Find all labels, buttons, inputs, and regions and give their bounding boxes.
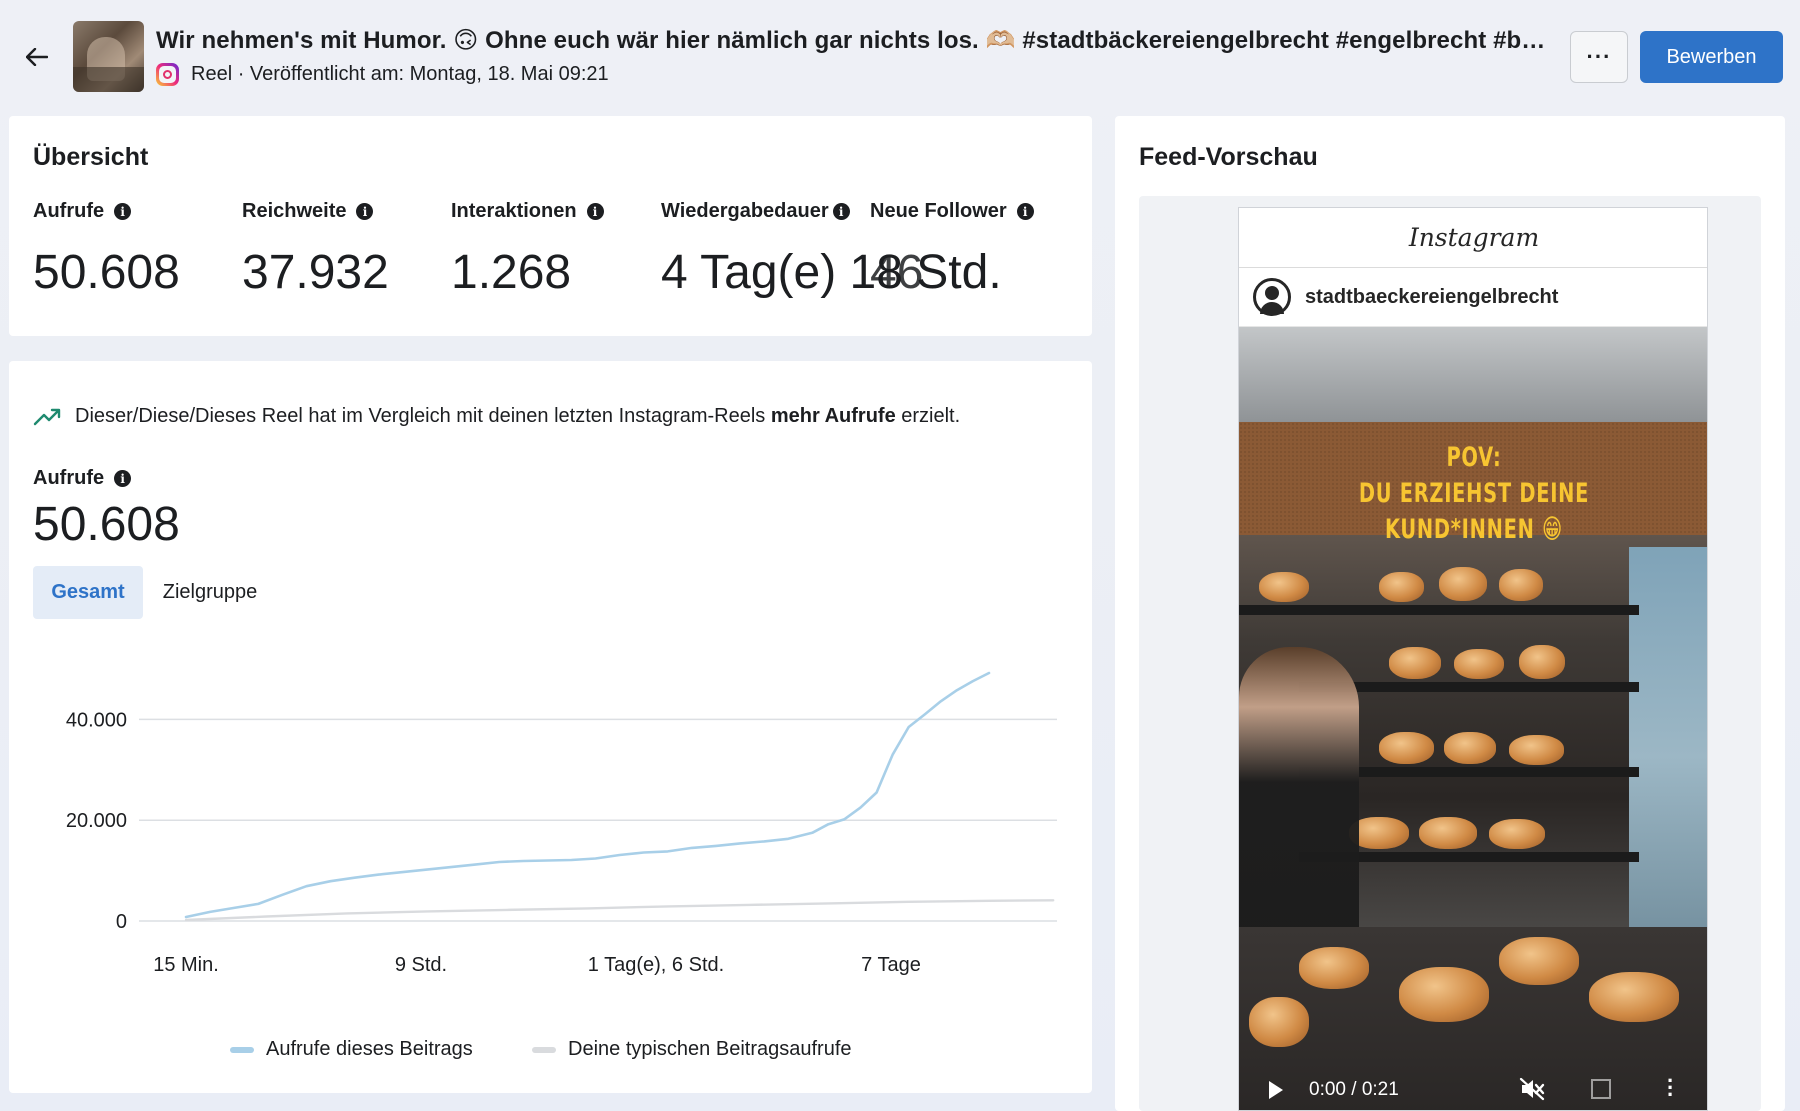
series-line-typical (184, 899, 1055, 922)
info-icon[interactable]: i (586, 203, 604, 220)
post-author: stadtbaeckereiengelbrecht (1239, 268, 1707, 327)
views-line-chart: 0 20.000 40.000 15 Min. 9 Std. 1 Tag(e), 6 St… (66, 671, 1057, 976)
overview-card: Übersicht Aufrufe i 50.608 Reichweite i 37… (9, 116, 1092, 336)
y-tick-label: 40.000 (66, 709, 127, 731)
bread (1454, 649, 1504, 679)
views-label: Aufrufe i (33, 467, 132, 490)
instagram-post-preview: Instagram stadtbaeckereiengelbrecht POV:… (1238, 207, 1708, 1111)
trend-text: Dieser/Diese/Dieses Reel hat im Vergleic… (75, 405, 766, 427)
fullscreen-icon[interactable] (1591, 1079, 1611, 1099)
info-icon[interactable]: i (114, 470, 132, 487)
info-icon[interactable]: i (114, 203, 132, 220)
instagram-icon (156, 63, 179, 86)
legend-swatch (532, 1046, 556, 1053)
post-header: Wir nehmen's mit Humor. 🙃 Ohne euch wär … (0, 0, 1800, 112)
legend-item-typical: Deine typischen Beitragsaufrufe (532, 1038, 852, 1061)
feed-preview-title: Feed-Vorschau (1139, 143, 1318, 171)
metric-label: Wiedergabedauer (661, 200, 829, 222)
metric-new-followers: Neue Follower i 46 (870, 200, 1034, 300)
views-value: 50.608 (33, 498, 180, 551)
trend-text-end: erzielt. (901, 405, 961, 427)
bread (1519, 645, 1565, 679)
bread (1419, 817, 1477, 849)
legend-swatch (230, 1046, 254, 1053)
more-options-button[interactable]: ··· (1570, 31, 1628, 83)
y-tick-label: 0 (116, 911, 127, 933)
metric-label: Reichweite (242, 200, 347, 222)
back-button[interactable] (20, 40, 54, 74)
metric-views: Aufrufe i 50.608 (33, 200, 180, 300)
metric-interactions: Interaktionen i 1.268 (451, 200, 604, 300)
banner-line-1: POV: (1446, 442, 1502, 473)
mute-icon[interactable] (1519, 1077, 1545, 1101)
username: stadtbaeckereiengelbrecht (1305, 285, 1559, 308)
post-thumbnail (73, 21, 144, 92)
metric-label: Neue Follower (870, 200, 1007, 222)
avatar (1253, 278, 1291, 316)
x-tick-label: 15 Min. (153, 954, 219, 976)
metric-value: 50.608 (33, 246, 180, 299)
x-tick-label: 1 Tag(e), 6 Std. (588, 954, 724, 976)
trending-up-icon (33, 408, 61, 425)
bread (1389, 647, 1441, 679)
views-label-text: Aufrufe (33, 467, 105, 489)
bread (1444, 732, 1496, 764)
video-scene-shelf (1239, 605, 1639, 615)
metric-label: Aufrufe (33, 200, 105, 222)
feed-preview-card: Feed-Vorschau Instagram stadtbaeckereien… (1115, 116, 1785, 1111)
play-icon[interactable] (1269, 1080, 1283, 1099)
metric-label: Interaktionen (451, 200, 577, 222)
trend-text-bold: mehr Aufrufe (770, 405, 896, 427)
feed-preview-area: Instagram stadtbaeckereiengelbrecht POV:… (1139, 196, 1761, 1111)
performance-card: Dieser/Diese/Dieses Reel hat im Vergleic… (9, 361, 1092, 1093)
trend-message: Dieser/Diese/Dieses Reel hat im Vergleic… (33, 405, 960, 428)
arrow-left-icon (26, 48, 48, 66)
series-line-this-post (184, 671, 991, 919)
post-meta-text: Reel · Veröffentlicht am: Montag, 18. Ma… (191, 63, 609, 85)
bread (1509, 735, 1564, 765)
info-icon[interactable]: i (356, 203, 374, 220)
metric-value: 1.268 (451, 246, 572, 299)
x-tick-label: 9 Std. (395, 954, 447, 976)
bread (1499, 569, 1543, 601)
video-controls: 0:00 / 0:21 · · · (1239, 1067, 1707, 1110)
video-scene-window (1629, 547, 1707, 967)
video-text-banner: POV: DU ERZIEHST DEINE KUND*INNEN 😁 (1239, 422, 1707, 545)
tab-total[interactable]: Gesamt (33, 566, 143, 619)
legend-label: Aufrufe dieses Beitrags (266, 1038, 473, 1060)
legend-item-this-post: Aufrufe dieses Beitrags (230, 1038, 473, 1061)
bread (1439, 567, 1487, 601)
metric-value: 37.932 (242, 246, 389, 299)
post-meta: Reel · Veröffentlicht am: Montag, 18. Ma… (156, 63, 609, 86)
metric-value: 46 (870, 246, 924, 299)
bread (1259, 572, 1309, 602)
video-options-icon[interactable]: · · · (1667, 1070, 1674, 1106)
y-tick-label: 20.000 (66, 810, 127, 832)
video-time: 0:00 / 0:21 (1309, 1078, 1399, 1100)
apply-button[interactable]: Bewerben (1640, 31, 1783, 83)
post-title: Wir nehmen's mit Humor. 🙃 Ohne euch wär … (156, 27, 1552, 54)
x-tick-label: 7 Tage (861, 954, 921, 976)
video-scene-person (1239, 647, 1359, 947)
bread (1379, 732, 1434, 764)
overview-title: Übersicht (33, 143, 149, 171)
reel-video[interactable]: POV: DU ERZIEHST DEINE KUND*INNEN 😁 0:00… (1239, 327, 1707, 1110)
info-icon[interactable]: i (1016, 203, 1034, 220)
tab-audience[interactable]: Zielgruppe (155, 566, 265, 619)
banner-line-2: DU ERZIEHST DEINE KUND*INNEN 😁 (1358, 478, 1590, 545)
bread (1379, 572, 1424, 602)
bread (1489, 819, 1545, 849)
video-scene-ceiling (1239, 327, 1707, 422)
info-icon[interactable]: i (832, 203, 850, 220)
legend-label: Deine typischen Beitragsaufrufe (568, 1038, 852, 1060)
metric-reach: Reichweite i 37.932 (242, 200, 389, 300)
instagram-logo: Instagram (1239, 208, 1707, 268)
